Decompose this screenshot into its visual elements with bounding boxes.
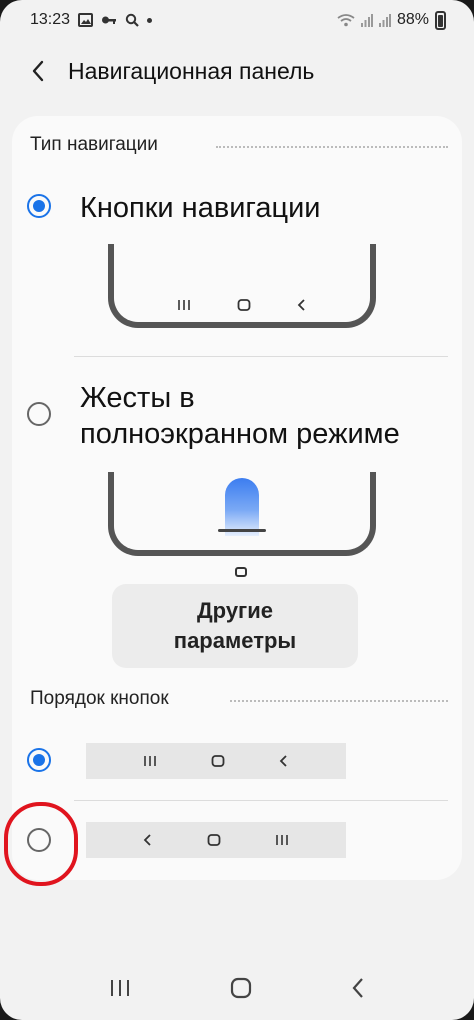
radio-fullscreen-gestures[interactable] [27, 402, 51, 426]
home-icon [211, 755, 225, 767]
section-title-button-order: Порядок кнопок [30, 688, 169, 709]
search-icon [125, 13, 139, 27]
navigation-buttons-preview[interactable] [108, 244, 376, 328]
back-icon [279, 755, 289, 767]
home-icon [207, 834, 221, 846]
gallery-icon [78, 13, 94, 27]
gesture-swipe-indicator [225, 478, 259, 536]
chevron-left-icon [31, 60, 45, 82]
recents-icon [143, 755, 157, 767]
order-preview-recents-home-back[interactable] [86, 743, 346, 779]
home-icon [235, 567, 247, 577]
option-divider [74, 800, 448, 801]
back-icon [143, 834, 153, 846]
radio-order-recents-home-back[interactable] [27, 748, 51, 772]
option-label-navigation-buttons[interactable]: Кнопки навигации [80, 190, 321, 226]
more-options-button[interactable]: Другие параметры [112, 584, 358, 668]
gestures-preview[interactable] [108, 472, 376, 556]
home-icon[interactable] [230, 977, 252, 999]
section-divider [216, 146, 448, 148]
section-title-navigation-type: Тип навигации [30, 134, 158, 155]
page-title: Навигационная панель [68, 57, 315, 84]
back-button[interactable] [8, 48, 68, 94]
status-bar: 13:23 88% [0, 0, 474, 40]
app-bar: Навигационная панель [0, 48, 474, 94]
back-icon [297, 299, 307, 311]
recents-icon[interactable] [109, 978, 131, 998]
battery-percent: 88% [396, 11, 429, 28]
wifi-icon [337, 13, 355, 27]
status-time: 13:23 [30, 11, 71, 28]
back-icon[interactable] [351, 977, 365, 999]
signal-icon [378, 13, 391, 27]
recents-icon [275, 834, 289, 846]
key-icon [101, 13, 117, 27]
gesture-handle [218, 529, 266, 532]
more-options-label-line2: параметры [173, 628, 297, 653]
radio-navigation-buttons[interactable] [27, 194, 51, 218]
highlight-circle-annotation [4, 802, 78, 886]
dot-icon [147, 17, 153, 23]
signal-icon [360, 13, 373, 27]
option-label-fullscreen-gestures-line1[interactable]: Жесты в [80, 380, 195, 416]
settings-card: Тип навигации Кнопки навигации Жесты в п… [12, 116, 462, 880]
section-divider [230, 700, 448, 702]
option-label-fullscreen-gestures-line2[interactable]: полноэкранном режиме [80, 416, 400, 452]
screen: 13:23 88% Навигационная панель Тип навиг… [0, 0, 474, 1020]
preview-nav-bar [114, 288, 370, 322]
order-preview-back-home-recents[interactable] [86, 822, 346, 858]
home-icon [237, 299, 251, 311]
recents-icon [177, 299, 191, 311]
system-navigation-bar [0, 960, 474, 1016]
more-options-label-line1: Другие [197, 598, 273, 623]
battery-icon [435, 10, 446, 30]
option-divider [74, 356, 448, 357]
